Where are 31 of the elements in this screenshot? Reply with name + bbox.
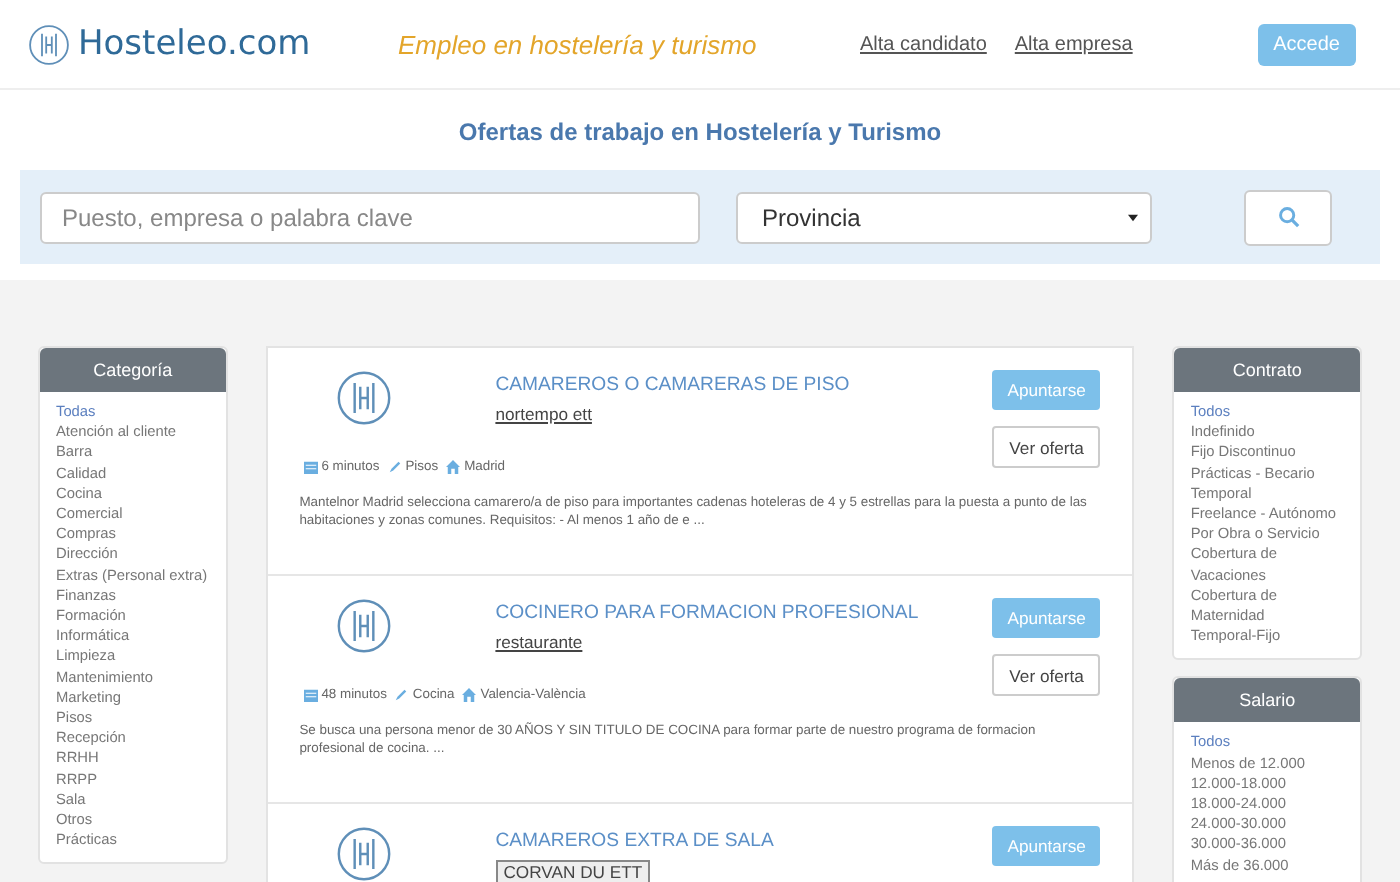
h-logo-icon: [335, 598, 392, 654]
tagline: Empleo en hostelería y turismo: [398, 29, 759, 59]
job-title-link[interactable]: CAMAREROS O CAMARERAS DE PISO: [495, 374, 850, 396]
company-link[interactable]: restaurante: [495, 632, 583, 652]
calendar-icon: [303, 688, 318, 702]
house-icon: [446, 460, 461, 474]
search-button[interactable]: [1244, 189, 1332, 245]
site-logo-text: Hosteleo.com: [78, 24, 311, 64]
job-title-link[interactable]: CAMAREROS EXTRA DE SALA: [495, 830, 774, 852]
header-link[interactable]: Alta candidato: [860, 33, 987, 55]
search-icon: [1277, 206, 1299, 228]
job-title-link[interactable]: COCINERO PARA FORMACION PROFESIONAL: [495, 602, 919, 624]
header-link[interactable]: Alta empresa: [1014, 33, 1133, 55]
company-link[interactable]: CORVAN DU ETT: [495, 860, 651, 882]
h-logo-icon: [335, 370, 392, 426]
h-logo-icon: [335, 826, 392, 882]
pencil-icon: [394, 688, 409, 702]
panel-header: Salario: [1174, 678, 1361, 723]
panel-header: Categoría: [40, 348, 226, 392]
house-icon: [462, 688, 477, 702]
panel-header: Contrato: [1174, 348, 1361, 392]
search-field[interactable]: Puesto, empresa o palabra clave: [40, 191, 700, 243]
province-dropdown[interactable]: Provincia: [736, 191, 1152, 243]
h-logo-icon: [28, 23, 70, 65]
pencil-icon: [387, 460, 402, 474]
view-offer-button[interactable]: Ver oferta: [992, 426, 1101, 468]
caret-icon: [1128, 213, 1138, 221]
page-title: Ofertas de trabajo en Hostelería y Turismo: [456, 118, 944, 146]
company-link[interactable]: nortempo ett: [495, 404, 592, 424]
view-offer-button[interactable]: Ver oferta: [992, 654, 1101, 696]
calendar-icon: [303, 460, 318, 474]
